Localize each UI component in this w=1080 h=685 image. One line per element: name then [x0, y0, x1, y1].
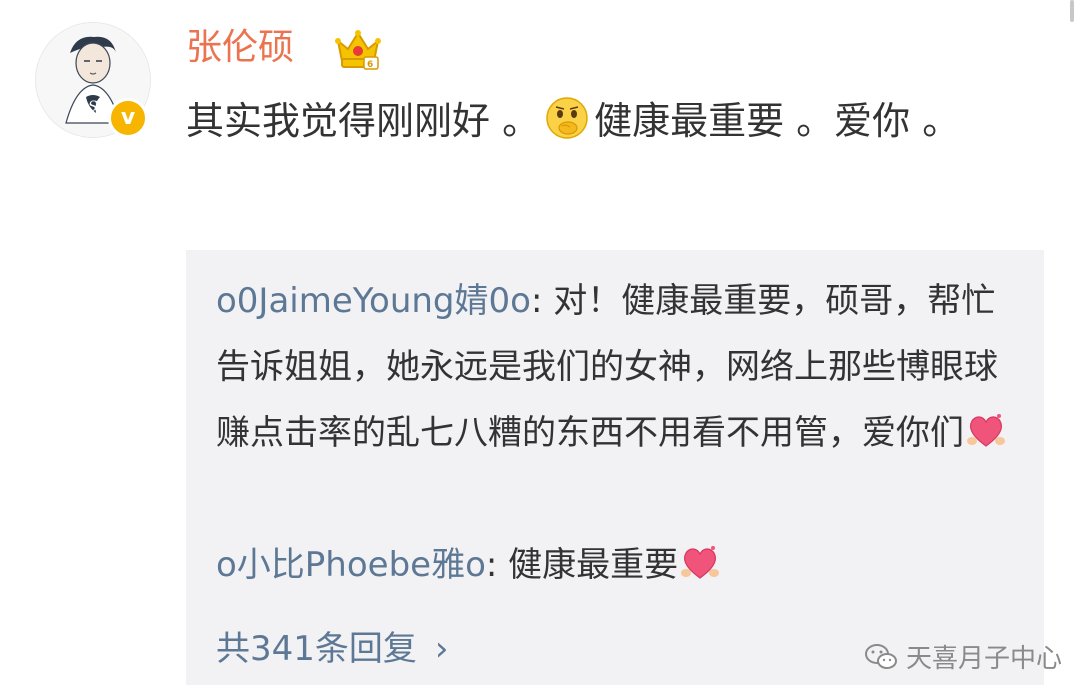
more-replies-label: 共341条回复 — [216, 629, 417, 669]
chevron-right-icon: › — [434, 629, 449, 669]
wechat-icon — [864, 643, 897, 669]
thinking-face-emoji — [546, 97, 588, 139]
scrollbar-thumb[interactable] — [1070, 0, 1074, 22]
svg-text:6: 6 — [367, 60, 373, 70]
verified-badge-icon: v — [108, 98, 148, 138]
post-text: 其实我觉得刚刚好 。 健康最重要 。爱你 。 — [186, 84, 1046, 158]
comment-author[interactable]: o小比Phoebe雅o — [216, 545, 486, 585]
comment-separator: : — [530, 281, 554, 321]
verified-glyph: v — [120, 105, 136, 130]
svg-text:S: S — [88, 99, 98, 115]
watermark-text: 天喜月子中心 — [905, 644, 1062, 674]
love-heart-emoji — [681, 546, 720, 579]
comment-text: 健康最重要 — [508, 545, 679, 585]
comment-item: o小比Phoebe雅o: 健康最重要 — [216, 532, 1006, 598]
comment-separator: : — [485, 545, 509, 585]
comment-author[interactable]: o0JaimeYoung婧0o — [216, 281, 531, 321]
comments-panel: o0JaimeYoung婧0o: 对！健康最重要，硕哥，帮忙告诉姐姐，她永远是我… — [186, 250, 1044, 685]
post-text-part2: 健康最重要 。爱你 。 — [594, 99, 961, 143]
more-replies-link[interactable]: 共341条回复 › — [216, 616, 449, 682]
love-heart-emoji — [967, 414, 1005, 447]
comment-item: o0JaimeYoung婧0o: 对！健康最重要，硕哥，帮忙告诉姐姐，她永远是我… — [216, 268, 1006, 466]
post-username[interactable]: 张伦硕 — [186, 22, 294, 74]
post-text-part1: 其实我觉得刚刚好 。 — [186, 99, 541, 143]
watermark: 天喜月子中心 — [864, 638, 1062, 675]
crown-vip-icon[interactable]: 6 — [334, 25, 382, 71]
